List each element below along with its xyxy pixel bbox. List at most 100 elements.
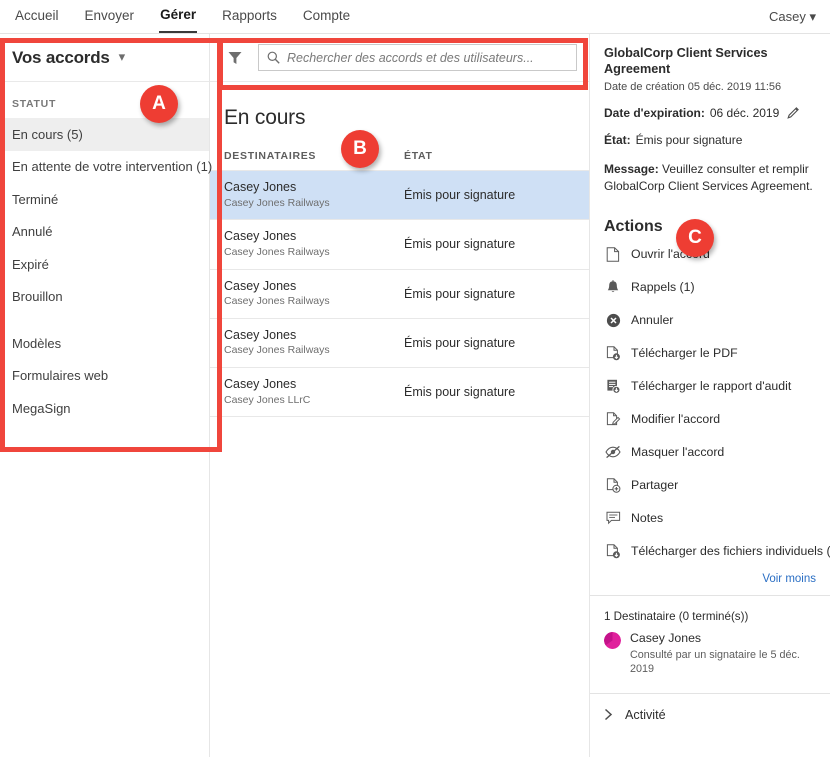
row-recipient-org: Casey Jones Railways <box>224 196 330 209</box>
sidebar-item-modeles[interactable]: Modèles <box>0 327 209 360</box>
action-masquer-accord[interactable]: Masquer l'accord <box>590 436 830 469</box>
avatar <box>604 631 621 649</box>
list-column-headers: DESTINATAIRES ÉTAT <box>210 130 589 170</box>
agreement-details-panel: GlobalCorp Client Services Agreement Dat… <box>590 34 830 757</box>
sidebar-item-en-attente[interactable]: En attente de votre intervention (1) <box>0 151 212 184</box>
sidebar-item-expire[interactable]: Expiré <box>0 248 209 281</box>
state-row: État: Émis pour signature <box>604 133 816 147</box>
row-recipient-name: Casey Jones <box>224 180 297 194</box>
nav-item-rapports[interactable]: Rapports <box>221 1 278 32</box>
state-value: Émis pour signature <box>635 132 743 147</box>
share-document-icon <box>604 476 622 494</box>
row-recipient-org: Casey Jones Railways <box>224 295 330 308</box>
action-partager[interactable]: Partager <box>590 469 830 502</box>
download-files-icon <box>604 542 622 560</box>
edit-document-icon <box>604 410 622 428</box>
document-title: GlobalCorp Client Services Agreement <box>604 46 768 76</box>
action-notes[interactable]: Notes <box>590 502 830 535</box>
recipient-status: Consulté par un signataire le 5 déc. 201… <box>630 648 800 676</box>
nav-item-compte[interactable]: Compte <box>302 1 351 32</box>
left-sidebar: Vos accords ▾ STATUT En cours (5) En att… <box>0 34 212 757</box>
annotation-badge-a: A <box>140 85 178 123</box>
see-less-link[interactable]: Voir moins <box>590 568 830 595</box>
sidebar-item-label: Modèles <box>12 335 62 351</box>
table-row[interactable]: Casey Jones Casey Jones Railways Émis po… <box>210 219 589 268</box>
table-row[interactable]: Casey Jones Casey Jones Railways Émis po… <box>210 317 589 367</box>
recipient-info: Casey Jones Consulté par un signataire l… <box>630 631 816 677</box>
sidebar-item-en-cours[interactable]: En cours (5) <box>0 118 209 151</box>
nav-item-accueil[interactable]: Accueil <box>14 1 60 32</box>
action-annuler[interactable]: Annuler <box>590 304 830 337</box>
main-layout: Vos accords ▾ STATUT En cours (5) En att… <box>0 34 830 757</box>
recipient-row[interactable]: Casey Jones Consulté par un signataire l… <box>590 631 830 693</box>
activity-section-toggle[interactable]: Activité <box>590 694 830 736</box>
annotation-badge-c: C <box>676 219 714 257</box>
bell-icon <box>604 278 622 296</box>
sidebar-item-annule[interactable]: Annulé <box>0 216 209 249</box>
row-recipient-org: Casey Jones Railways <box>224 344 330 357</box>
document-created-date: Date de création 05 déc. 2019 11:56 <box>604 80 782 93</box>
activity-label: Activité <box>625 707 666 722</box>
list-title: En cours <box>224 106 306 129</box>
action-label: Télécharger le rapport d'audit <box>631 379 792 394</box>
row-recipient-cell: Casey Jones Casey Jones LLrC <box>224 377 404 407</box>
row-state: Émis pour signature <box>404 188 516 203</box>
action-rappels[interactable]: Rappels (1) <box>590 271 830 304</box>
action-label: Notes <box>631 511 664 526</box>
action-label: Annuler <box>631 313 674 328</box>
search-field-wrapper[interactable] <box>258 44 577 71</box>
action-telecharger-fichiers-individuels[interactable]: Télécharger des fichiers individuels (1) <box>590 535 830 568</box>
action-telecharger-pdf[interactable]: Télécharger le PDF <box>590 337 830 370</box>
row-state: Émis pour signature <box>404 237 516 252</box>
funnel-icon[interactable] <box>224 47 246 69</box>
pencil-icon[interactable] <box>787 106 800 119</box>
table-row[interactable]: Casey Jones Casey Jones Railways Émis po… <box>210 268 589 318</box>
message-row: Message: Veuillez consulter et remplir G… <box>604 161 816 196</box>
recipient-name: Casey Jones <box>630 630 702 645</box>
download-pdf-icon <box>604 344 622 362</box>
table-row[interactable]: Casey Jones Casey Jones Railways Émis po… <box>210 170 589 220</box>
hide-eye-icon <box>604 443 622 461</box>
user-account-menu[interactable]: Casey ▾ <box>769 9 816 25</box>
download-report-icon <box>604 377 622 395</box>
action-telecharger-rapport-audit[interactable]: Télécharger le rapport d'audit <box>590 370 830 403</box>
sidebar-item-termine[interactable]: Terminé <box>0 183 209 216</box>
nav-item-gerer[interactable]: Gérer <box>159 0 198 33</box>
action-modifier-accord[interactable]: Modifier l'accord <box>590 403 830 436</box>
row-recipient-name: Casey Jones <box>224 278 297 293</box>
action-label: Masquer l'accord <box>631 445 725 460</box>
expiry-date-label: Date d'expiration: <box>604 105 705 120</box>
annotation-badge-b: B <box>341 130 379 168</box>
row-recipient-cell: Casey Jones Casey Jones Railways <box>224 180 404 210</box>
action-label: Rappels (1) <box>631 280 695 295</box>
row-state: Émis pour signature <box>404 286 516 301</box>
sidebar-header[interactable]: Vos accords ▾ <box>0 34 209 82</box>
search-toolbar <box>210 34 589 82</box>
expiry-date-value: 06 déc. 2019 <box>709 105 780 120</box>
nav-item-envoyer[interactable]: Envoyer <box>84 1 136 32</box>
table-row[interactable]: Casey Jones Casey Jones LLrC Émis pour s… <box>210 367 589 418</box>
sidebar-item-label: En cours (5) <box>12 126 83 142</box>
sidebar-item-label: MegaSign <box>12 400 71 416</box>
row-recipient-name: Casey Jones <box>224 327 297 342</box>
state-label: État: <box>604 132 631 147</box>
action-label: Modifier l'accord <box>631 412 721 427</box>
column-header-etat: ÉTAT <box>404 150 433 162</box>
sidebar-item-label: Terminé <box>12 191 59 207</box>
top-navigation-bar: Accueil Envoyer Gérer Rapports Compte Ca… <box>0 0 830 33</box>
sidebar-item-formulaires-web[interactable]: Formulaires web <box>0 360 209 393</box>
action-label: Télécharger le PDF <box>631 346 738 361</box>
row-recipient-cell: Casey Jones Casey Jones Railways <box>224 279 404 309</box>
sidebar-item-brouillon[interactable]: Brouillon <box>0 281 209 314</box>
notes-icon <box>604 509 622 527</box>
document-icon <box>604 245 622 263</box>
search-input[interactable] <box>287 50 568 65</box>
message-label: Message: <box>604 161 659 176</box>
sidebar-item-label: Annulé <box>12 224 53 240</box>
document-info-block: GlobalCorp Client Services Agreement Dat… <box>590 34 830 196</box>
sidebar-item-label: Expiré <box>12 256 49 272</box>
chevron-down-icon[interactable]: ▾ <box>119 50 126 63</box>
row-state: Émis pour signature <box>404 385 516 400</box>
cancel-circle-icon <box>604 311 622 329</box>
sidebar-item-megasign[interactable]: MegaSign <box>0 392 209 425</box>
